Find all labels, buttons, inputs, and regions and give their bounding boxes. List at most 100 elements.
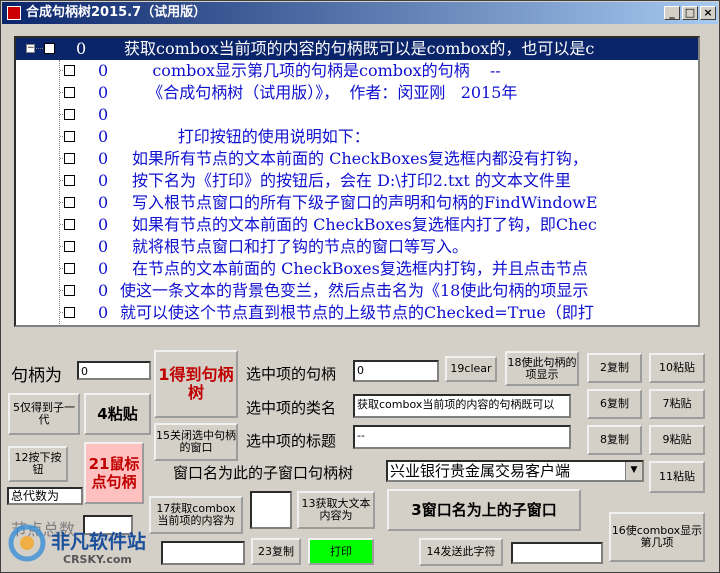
- tree-row[interactable]: 0 写入根节点窗口的所有下级子窗口的声明和句柄的FindWindowE: [16, 192, 698, 214]
- tree-row[interactable]: 0 《合成句柄树（试用版）》， 作者：闵亚刚 2015年: [16, 82, 698, 104]
- node-checkbox[interactable]: [64, 307, 75, 318]
- tree-row[interactable]: 0 使这一条文本的背景色变兰，然后点击名为《18使此句柄的项显示: [16, 280, 698, 302]
- tree-row[interactable]: 0 在节点的文本前面的 CheckBoxes复选框内打钩，并且点击节点: [16, 258, 698, 280]
- maximize-button[interactable]: □: [682, 6, 698, 20]
- node-checkbox[interactable]: [64, 197, 75, 208]
- node-checkbox[interactable]: [64, 219, 75, 230]
- watermark-logo: 非凡软件站 CRSKY.com: [5, 509, 195, 571]
- copy-8-button[interactable]: 8复制: [587, 425, 642, 455]
- child-window-by-name-button[interactable]: 3窗口名为上的子窗口: [387, 489, 581, 531]
- handle-tree-view[interactable]: − 0 获取combox当前项的内容的句柄既可以是combox的，也可以是c 0 co…: [14, 36, 700, 327]
- tree-row[interactable]: 0 就将根节点窗口和打了钩的节点的窗口等写入。: [16, 236, 698, 258]
- node-text: 就将根节点窗口和打了钩的节点的窗口等写入。: [132, 237, 469, 256]
- node-checkbox[interactable]: [64, 87, 75, 98]
- node-text: 如果有节点的文本前面的 CheckBoxes复选框内打了钩，即Chec: [132, 215, 597, 234]
- selected-title-field[interactable]: --: [353, 425, 571, 449]
- node-text: 在节点的文本前面的 CheckBoxes复选框内打钩，并且点击节点: [132, 259, 588, 278]
- node-text: combox显示第几项的句柄是combox的句柄 --: [132, 61, 501, 80]
- node-text: 打印按钮的使用说明如下：: [132, 127, 370, 146]
- watermark-domain: CRSKY.com: [63, 553, 132, 566]
- node-checkbox[interactable]: [64, 241, 75, 252]
- watermark-name: 非凡软件站: [51, 531, 147, 553]
- window-title: 合成句柄树2015.7（试用版）: [26, 5, 207, 20]
- mouse-click-handle-button[interactable]: 21鼠标点句柄: [84, 442, 144, 504]
- total-generations-field: 总代数为: [7, 487, 83, 505]
- node-checkbox[interactable]: [64, 153, 75, 164]
- watermark-swirl-icon: [8, 524, 46, 562]
- tree-row[interactable]: 0 按下名为《打印》的按钮后，会在 D:\打印2.txt 的文本文件里: [16, 170, 698, 192]
- node-text: 就可以使这个节点直到根节点的上级节点的Checked=True（即打: [120, 303, 594, 322]
- node-checkbox[interactable]: [64, 263, 75, 274]
- selected-handle-label: 选中项的句柄: [246, 365, 337, 383]
- selected-class-field[interactable]: 获取combox当前项的内容的句柄既可以: [353, 394, 571, 418]
- node-number: 0: [98, 127, 109, 146]
- minimize-button[interactable]: _: [664, 6, 680, 20]
- tree-row[interactable]: 0 combox显示第几项的句柄是combox的句柄 --: [16, 60, 698, 82]
- get-large-text-button[interactable]: 13获取大文本内容为: [297, 491, 375, 529]
- tree-row[interactable]: 0: [16, 104, 698, 126]
- paste-7-button[interactable]: 7粘贴: [649, 389, 705, 419]
- node-checkbox[interactable]: [64, 109, 75, 120]
- send-string-button[interactable]: 14发送此字符: [419, 538, 503, 566]
- handle-label: 句柄为: [11, 366, 62, 386]
- paste-4-button[interactable]: 4粘贴: [84, 393, 151, 435]
- child-window-value: 兴业银行贵金属交易客户端: [390, 462, 571, 480]
- node-number: 0: [98, 281, 109, 300]
- node-number: 0: [76, 39, 87, 58]
- tree-row[interactable]: 0 就可以使这个节点直到根节点的上级节点的Checked=True（即打: [16, 302, 698, 324]
- print-button[interactable]: 打印: [308, 538, 374, 565]
- node-number: 0: [98, 193, 109, 212]
- combox-show-item-button[interactable]: 16使combox显示第几项: [609, 512, 705, 562]
- node-text: 获取combox当前项的内容的句柄既可以是combox的，也可以是c: [124, 39, 595, 58]
- collapse-icon[interactable]: −: [26, 44, 35, 53]
- show-handle-item-button[interactable]: 18使此句柄的项显示: [505, 351, 579, 386]
- selected-title-label: 选中项的标题: [246, 432, 337, 450]
- node-checkbox[interactable]: [64, 175, 75, 186]
- close-selected-window-button[interactable]: 15关闭选中句柄的窗口: [154, 423, 238, 461]
- node-text: 使这一条文本的背景色变兰，然后点击名为《18使此句柄的项显示: [120, 281, 589, 300]
- node-number: 0: [98, 149, 109, 168]
- send-string-field[interactable]: [511, 542, 603, 564]
- get-handle-tree-button[interactable]: 1得到句柄树: [154, 350, 238, 418]
- tree-row[interactable]: 0 如果所有节点的文本前面的 CheckBoxes复选框内都没有打钩，: [16, 148, 698, 170]
- node-checkbox[interactable]: [44, 43, 55, 54]
- title-bar[interactable]: 合成句柄树2015.7（试用版） _ □ ×: [2, 2, 718, 24]
- node-number: 0: [98, 237, 109, 256]
- selected-handle-field[interactable]: 0: [353, 360, 439, 382]
- node-number: 0: [98, 171, 109, 190]
- copy-6-button[interactable]: 6复制: [587, 389, 642, 419]
- node-text: 《合成句柄树（试用版）》， 作者：闵亚刚 2015年: [132, 83, 518, 102]
- app-icon: [7, 6, 21, 20]
- combox-content-field[interactable]: [250, 491, 292, 529]
- child-window-select[interactable]: 兴业银行贵金属交易客户端 ▼: [386, 460, 644, 482]
- paste-11-button[interactable]: 11粘贴: [649, 461, 705, 493]
- copy-23-button[interactable]: 23复制: [251, 538, 301, 565]
- chevron-down-icon[interactable]: ▼: [625, 462, 642, 480]
- node-text: 写入根节点窗口的所有下级子窗口的声明和句柄的FindWindowE: [132, 193, 598, 212]
- node-number: 0: [98, 83, 109, 102]
- node-checkbox[interactable]: [64, 65, 75, 76]
- handle-input[interactable]: 0: [77, 361, 151, 380]
- main-window: 合成句柄树2015.7（试用版） _ □ × − 0 获取combox当前项的内容的…: [0, 0, 720, 573]
- child-window-label: 窗口名为此的子窗口句柄树: [173, 464, 354, 482]
- get-child-generation-button[interactable]: 5仅得到子一代: [8, 393, 80, 435]
- tree-row[interactable]: 0 打印按钮的使用说明如下：: [16, 126, 698, 148]
- node-text: 如果所有节点的文本前面的 CheckBoxes复选框内都没有打钩，: [132, 149, 588, 168]
- close-button[interactable]: ×: [700, 6, 716, 20]
- selected-class-label: 选中项的类名: [246, 399, 337, 417]
- node-number: 0: [98, 105, 109, 124]
- tree-row[interactable]: 0 如果有节点的文本前面的 CheckBoxes复选框内打了钩，即Chec: [16, 214, 698, 236]
- node-checkbox[interactable]: [64, 131, 75, 142]
- tree-row[interactable]: − 0 获取combox当前项的内容的句柄既可以是combox的，也可以是c: [16, 38, 698, 60]
- node-checkbox[interactable]: [64, 285, 75, 296]
- node-number: 0: [98, 259, 109, 278]
- paste-9-button[interactable]: 9粘贴: [649, 425, 705, 455]
- node-number: 0: [98, 303, 109, 322]
- node-number: 0: [98, 215, 109, 234]
- press-button-button[interactable]: 12按下按钮: [8, 446, 68, 482]
- copy-2-button[interactable]: 2复制: [587, 353, 642, 383]
- clear-button[interactable]: 19clear: [445, 356, 497, 382]
- node-text: 按下名为《打印》的按钮后，会在 D:\打印2.txt 的文本文件里: [132, 171, 571, 190]
- node-number: 0: [98, 61, 109, 80]
- paste-10-button[interactable]: 10粘贴: [649, 353, 705, 383]
